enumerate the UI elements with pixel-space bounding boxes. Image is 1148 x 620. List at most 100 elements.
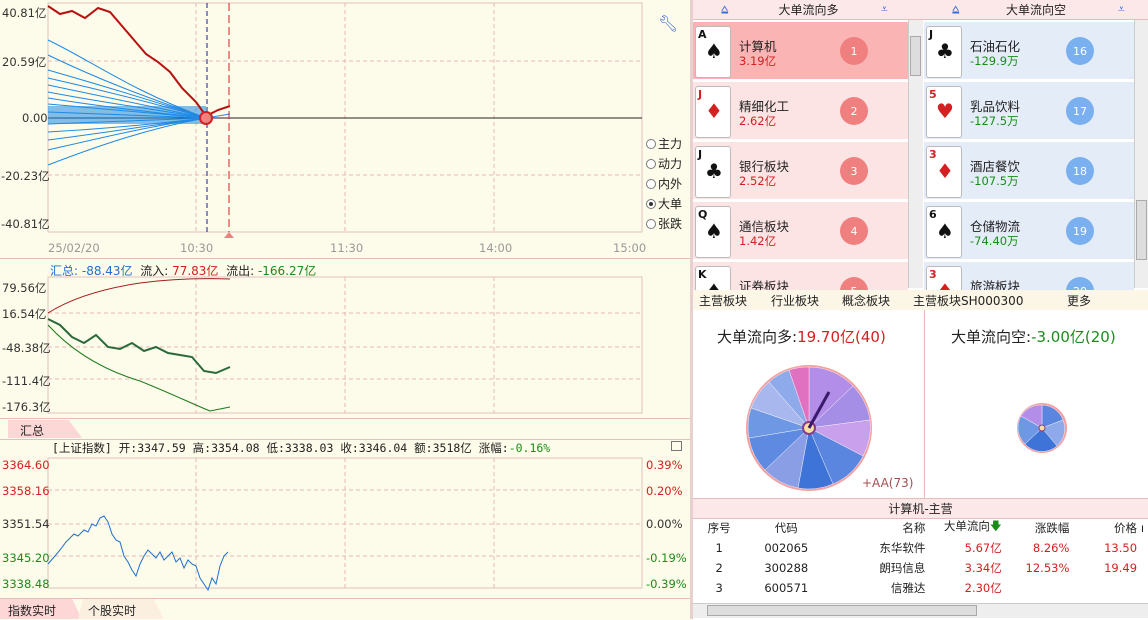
radio-label: 内外 [658, 177, 683, 191]
cell-price [1069, 578, 1137, 598]
rank-item[interactable]: 6 ♠ 仓储物流 -74.40万 19 [924, 202, 1134, 260]
tab-main-sector-hs300[interactable]: 主营板块SH000300 [913, 292, 1023, 309]
radio-zhuli[interactable]: 主力 [646, 135, 682, 152]
table-row[interactable]: 1 002065 东华软件 5.67亿 8.26% 13.50 [693, 538, 1148, 558]
col-name[interactable]: 名称 [827, 518, 925, 538]
index-pct-tick: -0.19% [646, 551, 687, 565]
index-panel: [上证指数] 开:3347.59 高:3354.08 低:3338.03 收:3… [0, 438, 690, 598]
sector-value: 2.52亿 [739, 174, 777, 188]
long-list-scrollbar[interactable] [908, 20, 923, 288]
tab-main-sector[interactable]: 主营板块 [699, 292, 747, 309]
playing-card-icon: J ♣ [695, 146, 731, 198]
playing-card-icon: Q ♠ [695, 206, 731, 258]
pie-short-panel: 大单流向空:-3.00亿(20) [925, 310, 1148, 498]
index-pct-tick: 0.20% [646, 484, 683, 498]
playing-card-icon: A ♠ [695, 26, 731, 78]
flow-chart-panel: 40.81亿 20.59亿 0.00 -20.23亿 -40.81亿 25/02… [0, 0, 690, 258]
radio-zhangdie[interactable]: 张跌 [646, 215, 682, 232]
index-y-tick: 3338.48 [2, 577, 50, 591]
cell-name: 朗玛信息 [879, 561, 926, 575]
tab-concept-sector[interactable]: 概念板块 [842, 292, 890, 309]
playing-card-icon: J ♦ [695, 86, 731, 138]
rank-ball: 4 [840, 217, 868, 245]
long-list-title: 大单流向多 [778, 3, 839, 17]
radio-dongli[interactable]: 动力 [646, 155, 682, 172]
index-y-tick: 3358.16 [2, 484, 50, 498]
summary-tab-bar: 汇总 [0, 418, 690, 440]
bottom-tab-bar: 指数实时 个股实时 [0, 598, 690, 620]
col-change[interactable]: 涨跌幅 [1002, 518, 1070, 538]
stock-table-title: 计算机-主营 [888, 502, 953, 516]
cursor-point [199, 111, 213, 125]
expand-icon[interactable]: ⩡ [1118, 2, 1125, 17]
scroll-thumb[interactable] [707, 605, 977, 616]
rank-item[interactable]: 3 ♦ 酒店餐饮 -107.5万 18 [924, 142, 1134, 200]
scroll-thumb[interactable] [1136, 200, 1147, 260]
tab-more[interactable]: 更多 [1067, 292, 1091, 309]
long-list-panel: ⩠ 大单流向多 ⩡ A ♠ 计算机 3.19亿 1 J ♦ 精细化工 2.62亿… [693, 0, 924, 320]
wrench-icon[interactable]: 🔧︎ [658, 14, 678, 33]
rank-item[interactable]: J ♣ 石油石化 -129.9万 16 [924, 22, 1134, 80]
playing-card-icon: 6 ♠ [926, 206, 962, 258]
table-row[interactable]: 2 300288 朗玛信息 3.34亿 12.53% 19.49 [693, 558, 1148, 578]
cell-name: 信雅达 [890, 581, 926, 595]
inflow-line [47, 278, 231, 314]
pie-long-note: +AA(73) [862, 476, 914, 490]
sector-value: -127.5万 [970, 114, 1019, 128]
cell-more [1137, 558, 1148, 578]
rank-item[interactable]: Q ♠ 通信板块 1.42亿 4 [693, 202, 908, 260]
tab-index-realtime-label: 指数实时 [8, 604, 57, 618]
short-list-scrollbar[interactable] [1134, 20, 1148, 288]
cell-change: 8.26% [1032, 541, 1070, 555]
radio-dot [646, 158, 656, 169]
pie-long [746, 365, 872, 491]
sort-down-icon: 🡇 [989, 519, 1002, 533]
scroll-thumb[interactable] [910, 36, 921, 76]
table-hscrollbar[interactable] [693, 603, 1148, 618]
cell-flow: 3.34亿 [964, 561, 1002, 575]
card-suit: ♦ [705, 99, 723, 123]
cell-index: 1 [715, 541, 723, 555]
index-y-tick: 3345.20 [2, 551, 50, 565]
expand-icon[interactable]: ⩡ [881, 2, 888, 17]
summary-y-tick: 79.56亿 [2, 281, 47, 295]
rank-item[interactable]: J ♦ 精细化工 2.62亿 2 [693, 82, 908, 140]
cell-price: 19.49 [1104, 561, 1138, 575]
cell-index: 2 [715, 561, 723, 575]
card-suit: ♠ [936, 219, 954, 243]
radio-dot [646, 198, 656, 209]
short-list-panel: ⩠ 大单流向空 ⩡ J ♣ 石油石化 -129.9万 16 5 ♥ 乳品饮料 -… [924, 0, 1148, 320]
radio-neiwai[interactable]: 内外 [646, 175, 682, 192]
flow-y-tick: 40.81亿 [2, 6, 47, 20]
cell-change: 12.53% [1025, 561, 1070, 575]
collapse-icon[interactable]: ⩠ [952, 2, 959, 17]
col-price[interactable]: 价格 [1069, 518, 1137, 538]
summary-chart [47, 276, 643, 414]
rank-item[interactable]: J ♣ 银行板块 2.52亿 3 [693, 142, 908, 200]
collapse-icon[interactable]: ⩠ [721, 2, 728, 17]
flow-x-tick: 11:30 [330, 241, 364, 255]
rank-ball: 2 [840, 97, 868, 125]
short-list-header: ⩠ 大单流向空 ⩡ [924, 0, 1148, 20]
col-code[interactable]: 代码 [745, 518, 827, 538]
tab-industry-sector[interactable]: 行业板块 [771, 292, 819, 309]
index-chart [47, 457, 643, 592]
tab-stock-realtime-label: 个股实时 [88, 604, 137, 618]
radio-dadan[interactable]: 大单 [646, 195, 682, 212]
sector-value: 3.19亿 [739, 54, 777, 68]
sector-value: -74.40万 [970, 234, 1019, 248]
radio-label: 张跌 [658, 217, 683, 231]
sector-tab-bar: 主营板块 行业板块 概念板块 主营板块SH000300 更多 [693, 290, 1148, 311]
summary-y-tick: -176.3亿 [2, 400, 51, 414]
summary-y-tick: 16.54亿 [2, 307, 47, 321]
card-rank: J [698, 88, 703, 101]
table-row[interactable]: 3 600571 信雅达 2.30亿 [693, 578, 1148, 598]
cell-code: 002065 [764, 541, 809, 555]
sector-value: 2.62亿 [739, 114, 777, 128]
rank-item[interactable]: A ♠ 计算机 3.19亿 1 [693, 22, 908, 80]
summary-y-tick: -48.38亿 [2, 341, 51, 355]
col-flow[interactable]: 大单流向🡇 [925, 518, 1002, 538]
cell-flow: 5.67亿 [964, 541, 1002, 555]
rank-item[interactable]: 5 ♥ 乳品饮料 -127.5万 17 [924, 82, 1134, 140]
col-index[interactable]: 序号 [693, 518, 745, 538]
